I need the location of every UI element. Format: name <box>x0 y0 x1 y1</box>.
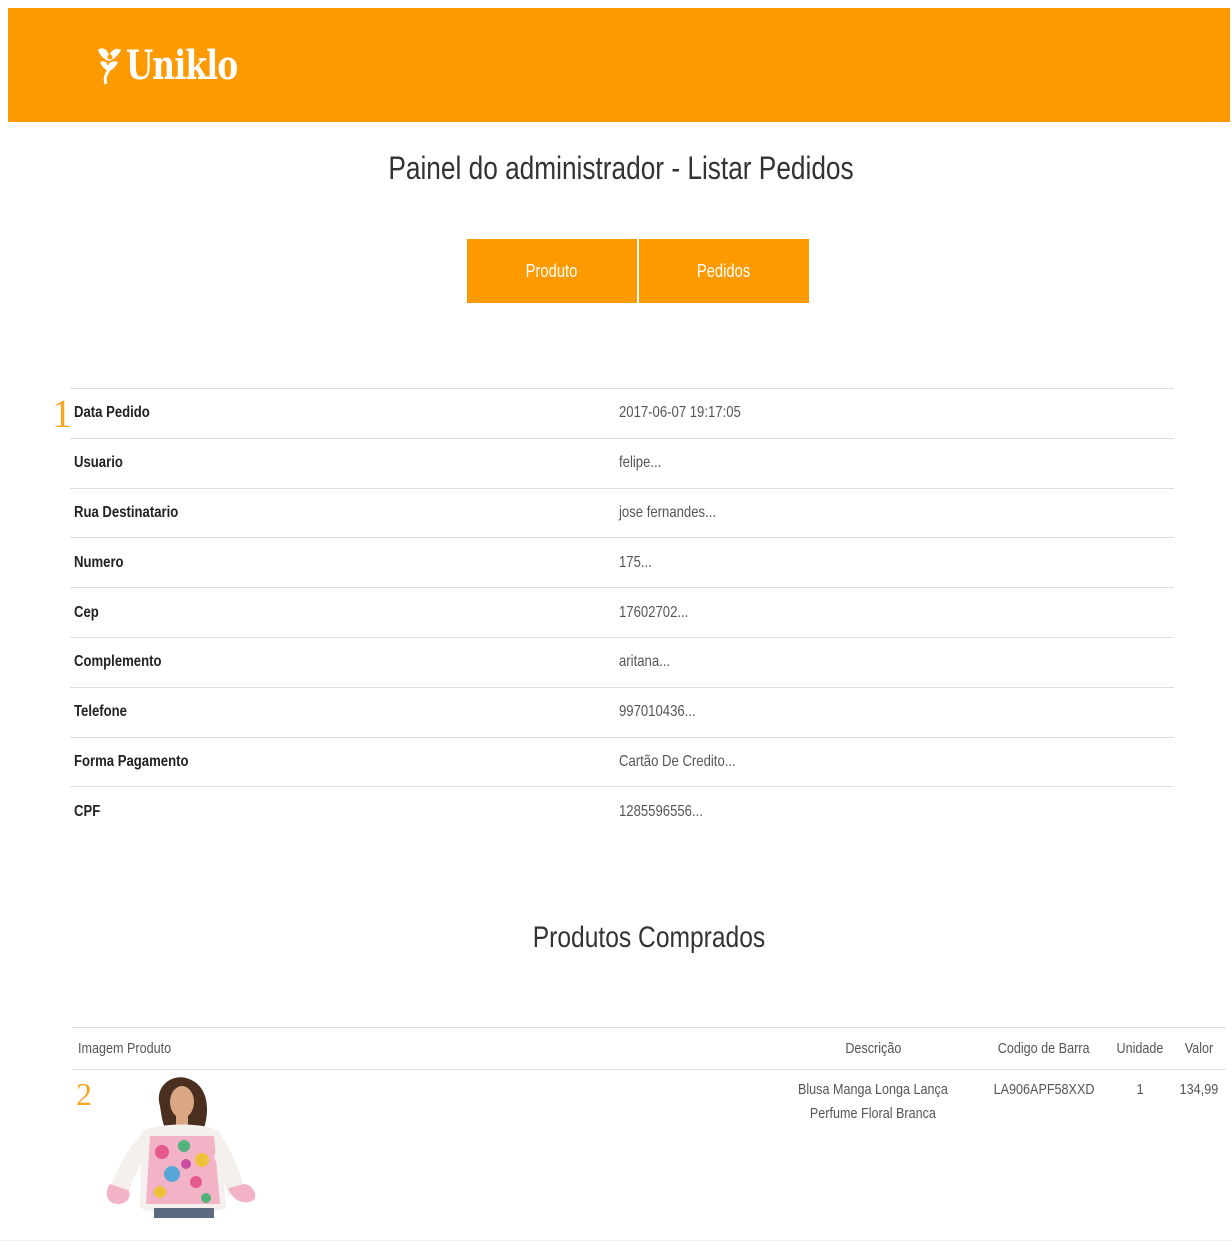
field-label-numero: Numero <box>74 553 124 571</box>
field-label-complemento: Complemento <box>74 653 162 671</box>
page-title: Painel do administrador - Listar Pedidos <box>388 150 854 186</box>
products-section-title: Produtos Comprados <box>532 921 766 954</box>
table-row: Usuario felipe... <box>70 438 1174 488</box>
brand-name: Uniklo <box>126 42 238 89</box>
field-value-telefone: 997010436... <box>619 703 696 721</box>
header-description: Descrição <box>845 1040 902 1057</box>
table-row: Telefone 997010436... <box>70 687 1174 737</box>
field-label-cep: Cep <box>74 603 99 621</box>
order-details-table: Data Pedido 2017-06-07 19:17:05 Usuario … <box>70 388 1174 837</box>
products-table: Imagem Produto Descrição Codigo de Barra… <box>72 1027 1226 1224</box>
admin-nav: Produto Pedidos <box>467 239 811 303</box>
product-description: Blusa Manga Longa Lança Perfume Floral B… <box>798 1081 949 1122</box>
site-header: Uniklo <box>8 8 1230 122</box>
products-header-row: Imagem Produto Descrição Codigo de Barra… <box>72 1027 1226 1070</box>
product-index: 2 <box>76 1076 92 1112</box>
table-row: Cep 17602702... <box>70 587 1174 638</box>
product-image[interactable] <box>102 1076 262 1218</box>
field-value-usuario: felipe... <box>619 454 662 472</box>
order-index: 1 <box>52 391 72 436</box>
field-label-telefone: Telefone <box>74 703 127 721</box>
brand-logo[interactable]: Uniklo <box>94 42 269 90</box>
field-value-data-pedido: 2017-06-07 19:17:05 <box>619 404 741 422</box>
table-row: Rua Destinatario jose fernandes... <box>70 488 1174 538</box>
field-value-cpf: 1285596556... <box>619 803 703 821</box>
product-barcode: LA906APF58XXD <box>993 1081 1095 1098</box>
footer-divider <box>0 1240 1232 1241</box>
field-value-cep: 17602702... <box>619 603 689 621</box>
table-row: Complemento aritana... <box>70 637 1174 687</box>
table-row: CPF 1285596556... <box>70 786 1174 837</box>
produto-button-label: Produto <box>526 261 578 281</box>
header-image: Imagem Produto <box>78 1040 172 1057</box>
field-label-usuario: Usuario <box>74 454 123 472</box>
field-value-numero: 175... <box>619 553 652 571</box>
header-unit: Unidade <box>1116 1040 1164 1057</box>
header-barcode: Codigo de Barra <box>998 1040 1090 1057</box>
table-row: 2 Blusa Manga Longa Lança Perfume Floral… <box>72 1070 1226 1225</box>
product-unit: 1 <box>1136 1081 1144 1098</box>
pedidos-button[interactable]: Pedidos <box>639 239 809 303</box>
field-value-forma-pagamento: Cartão De Credito... <box>619 752 736 770</box>
pedidos-button-label: Pedidos <box>697 261 751 281</box>
admin-page: Uniklo Painel do administrador - Listar … <box>0 0 1232 1246</box>
table-row: Forma Pagamento Cartão De Credito... <box>70 737 1174 787</box>
field-value-complemento: aritana... <box>619 653 671 671</box>
produto-button[interactable]: Produto <box>467 239 637 303</box>
flower-logo-icon <box>98 48 121 85</box>
field-label-data-pedido: Data Pedido <box>74 404 150 422</box>
field-label-forma-pagamento: Forma Pagamento <box>74 752 189 770</box>
header-value: Valor <box>1184 1040 1214 1057</box>
table-row: Numero 175... <box>70 537 1174 588</box>
field-label-rua-destinatario: Rua Destinatario <box>74 503 179 521</box>
table-row: Data Pedido 2017-06-07 19:17:05 <box>70 388 1174 439</box>
field-label-cpf: CPF <box>74 803 101 821</box>
product-value: 134,99 <box>1179 1081 1219 1098</box>
field-value-rua-destinatario: jose fernandes... <box>619 503 717 521</box>
